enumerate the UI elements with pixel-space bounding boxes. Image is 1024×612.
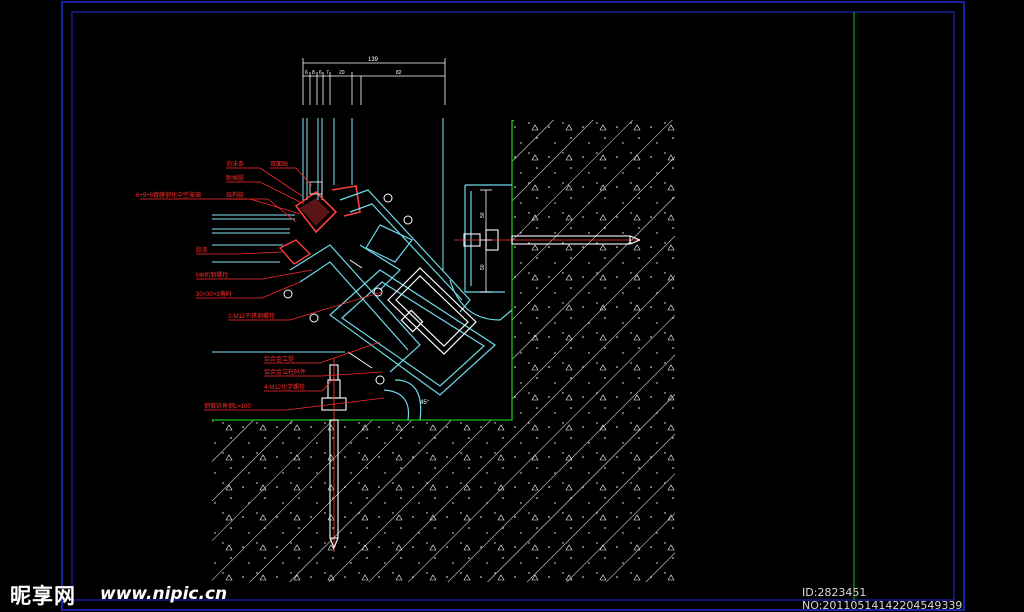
embedded-angle-bottom bbox=[383, 379, 422, 421]
dim-segment: 7 bbox=[326, 70, 329, 76]
label-angle-code: 30×30×3角码 bbox=[196, 290, 232, 298]
steel-bracket-box bbox=[387, 267, 477, 355]
dim-bracket-upper: 50 bbox=[480, 212, 486, 218]
label-m12-chemical-bolt: 4-M12化学螺栓 bbox=[264, 383, 305, 391]
dimension-chain-top bbox=[302, 58, 446, 105]
dim-segment: 6 bbox=[319, 70, 322, 76]
watermark-logo: 昵享网 bbox=[10, 584, 76, 608]
label-structural-sealant: 结构胶 bbox=[226, 191, 244, 199]
label-mullion-bracket: 铝合金立柱码件 bbox=[264, 368, 306, 376]
dim-segment: 20 bbox=[339, 70, 345, 76]
concrete-face-line bbox=[212, 120, 513, 421]
label-double-sided-tape: 双面贴 bbox=[270, 160, 288, 168]
label-weather-sealant: 耐候胶 bbox=[226, 174, 244, 182]
callout-labels: 泡沫条 双面贴 耐候胶 6+9+6镀膜钢化中空玻璃 结构胶 胶条 M6机制螺栓 … bbox=[136, 160, 306, 410]
glass-panel-vertical bbox=[302, 118, 444, 270]
dim-segment: 6 bbox=[305, 70, 308, 76]
label-m6-bolt: M6机制螺栓 bbox=[196, 271, 228, 279]
glass-panel-horizontal bbox=[212, 214, 345, 353]
leader-lines bbox=[140, 167, 385, 411]
label-galvanized-angle: 钢镀锌角钢L=100 bbox=[204, 402, 252, 410]
dimension-bracket-vertical bbox=[480, 189, 492, 293]
embedded-angle-right bbox=[449, 184, 513, 321]
angle-note: 45° bbox=[420, 400, 430, 406]
dim-overall: 139 bbox=[368, 57, 379, 63]
label-rubber-strip: 胶条 bbox=[196, 246, 208, 254]
label-foam-strip: 泡沫条 bbox=[226, 160, 244, 168]
watermark-id: ID:2823451 NO:20110514142204549339 bbox=[802, 586, 963, 612]
dim-bracket-lower: 50 bbox=[480, 264, 486, 270]
label-aluminium-mullion: 铝合金立挺 bbox=[264, 355, 294, 363]
dim-segment: 82 bbox=[396, 70, 402, 76]
label-m12-stainless-bolt: 2-M12不锈钢螺栓 bbox=[228, 312, 275, 320]
dim-segment: 8 bbox=[312, 70, 315, 76]
watermark-url: www.nipic.cn bbox=[100, 584, 228, 604]
label-insulating-glass: 6+9+6镀膜钢化中空玻璃 bbox=[136, 191, 201, 199]
cad-detail-drawing: 139 6 8 6 7 20 82 50 50 45° 泡沫条 双面贴 耐候胶 … bbox=[61, 1, 965, 611]
